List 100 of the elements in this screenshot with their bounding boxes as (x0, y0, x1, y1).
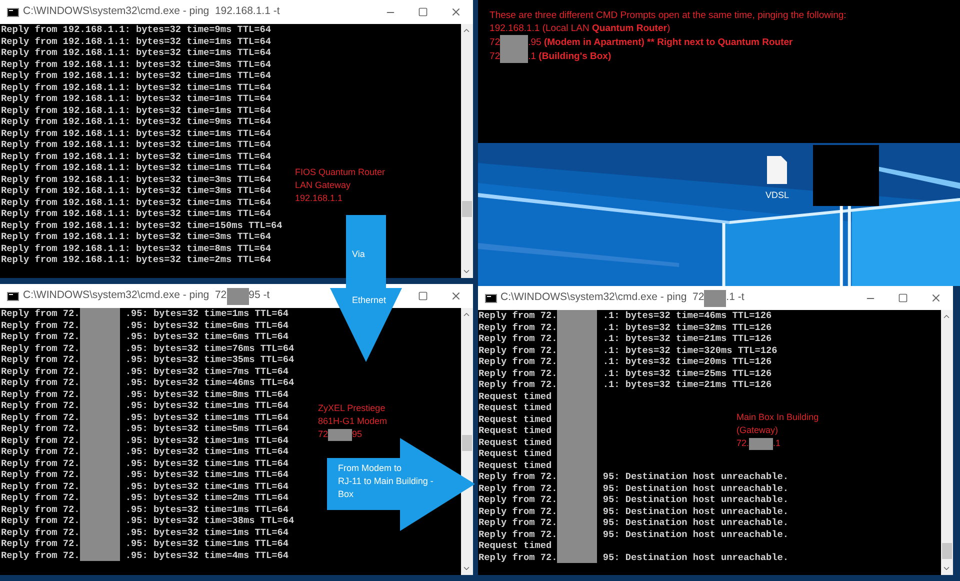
console-text: Reply from 72. (1, 515, 80, 526)
scrollbar[interactable] (460, 24, 473, 278)
annotation-text: FIOS Quantum Router (295, 166, 386, 179)
console-text: 95: Destination host unreachable. (602, 517, 789, 528)
console-text: .95: bytes=32 time<1ms TTL=64 (125, 480, 289, 492)
redaction-block (749, 438, 774, 450)
console-text: Reply from 72. (478, 528, 558, 540)
console-text: Reply from 72. (1, 320, 80, 331)
window-title: C:\WINDOWS\system32\cmd.exe - ping 72 (500, 290, 704, 306)
console-text: Request timed (478, 460, 553, 471)
note-text: .1 (528, 50, 538, 62)
console-text: Reply from 72. (1, 458, 80, 469)
annotation-text: 95 (352, 428, 362, 441)
console-text: Reply from 72. (1, 434, 80, 446)
note-text: These are three different CMD Prompts open at the same time, pinging the following: (490, 9, 846, 22)
console-text: Request timed (478, 436, 553, 448)
console-text: .1: bytes=32 time=320ms TTL=126 (602, 344, 778, 356)
maximize-icon[interactable] (898, 293, 908, 303)
console-text: 95: Destination host unreachable. (602, 482, 789, 494)
annotation-text: ZyXEL Prestiege (318, 402, 386, 415)
scroll-up-icon[interactable] (462, 310, 472, 319)
console-line: Reply from 192.168.1.1: bytes=32 time=1ms TTL=64 (1, 93, 272, 104)
scroll-up-icon[interactable] (942, 312, 952, 321)
console-line: Reply from 192.168.1.1: bytes=32 time=9ms TTL=64 (1, 24, 272, 36)
console-line: Reply from 192.168.1.1: bytes=32 time=1ms TTL=64 (1, 139, 272, 150)
console-text: .95: bytes=32 time=1ms TTL=64 (125, 458, 289, 469)
console-text: Reply from 72. (478, 506, 558, 517)
console-text: Reply from 72. (1, 446, 80, 458)
note-text: 192.168.1.1 (Local LAN (490, 22, 590, 35)
note-text: 72 (490, 50, 500, 62)
redaction-block (557, 552, 598, 563)
console-line: Reply from 192.168.1.1: bytes=32 time=1ms TTL=64 (1, 196, 272, 208)
console-text: Reply from 72. (1, 423, 80, 434)
console-text: Reply from 72. (478, 368, 558, 379)
console-text: Reply from 72. (1, 354, 80, 366)
scroll-thumb[interactable] (462, 435, 472, 451)
console-text: .1: bytes=32 time=46ms TTL=126 (602, 310, 772, 322)
console-text: .95: bytes=32 time=46ms TTL=64 (125, 377, 294, 388)
arrow-label: Ethernet (352, 294, 386, 306)
console-line: Reply from 192.168.1.1: bytes=32 time=9ms TTL=64 (1, 116, 272, 128)
console-text: Reply from 72. (1, 492, 80, 504)
scroll-thumb[interactable] (462, 201, 472, 217)
console-text: .95: bytes=32 time=5ms TTL=64 (125, 423, 289, 434)
scroll-down-icon[interactable] (462, 564, 472, 573)
console-text: Request timed (478, 402, 553, 414)
redaction-block (80, 308, 120, 320)
console-text: Reply from 72. (1, 480, 80, 492)
maximize-icon[interactable] (418, 7, 428, 17)
console-line: Reply from 192.168.1.1: bytes=32 time=3ms TTL=64 (1, 185, 272, 196)
console-text: .95: bytes=32 time=7ms TTL=64 (125, 366, 289, 377)
console-text: Reply from 72. (478, 322, 558, 333)
console-text: 95: Destination host unreachable. (602, 552, 789, 563)
console-text: .95: bytes=32 time=4ms TTL=64 (125, 550, 289, 561)
note-text: 72 (490, 36, 500, 48)
console-text: .95: bytes=32 time=76ms TTL=64 (125, 342, 294, 354)
console-text: Reply from 72. (1, 504, 80, 515)
redaction-block (500, 35, 528, 49)
scroll-up-icon[interactable] (462, 26, 472, 35)
console-text: Reply from 72. (478, 356, 558, 368)
window-title: C:\WINDOWS\system32\cmd.exe - ping 72 (23, 288, 227, 304)
console-line: Reply from 192.168.1.1: bytes=32 time=150ms TTL=64 (1, 220, 282, 231)
console-text: .95: bytes=32 time=1ms TTL=64 (125, 526, 289, 538)
console-text: .95: bytes=32 time=1ms TTL=64 (125, 400, 289, 412)
redaction-block (557, 310, 598, 322)
redaction-block (328, 428, 352, 440)
redaction-block (812, 145, 879, 206)
scroll-down-icon[interactable] (462, 267, 472, 276)
console-text: Reply from 72. (1, 538, 80, 550)
console-text: .95: bytes=32 time=35ms TTL=64 (125, 354, 294, 366)
console-text: Reply from 72. (478, 482, 558, 494)
close-icon[interactable] (450, 290, 462, 302)
note-text: ) (666, 22, 670, 35)
console-line: Reply from 192.168.1.1: bytes=32 time=1ms TTL=64 (1, 104, 272, 116)
console-text: Reply from 72. (1, 331, 80, 342)
maximize-icon[interactable] (418, 291, 428, 301)
close-icon[interactable] (930, 292, 942, 304)
icon-label[interactable]: VDSL (766, 189, 790, 202)
console-text: .95: bytes=32 time=1ms TTL=64 (125, 538, 289, 550)
scroll-down-icon[interactable] (942, 564, 952, 573)
annotation-text: 72 (318, 428, 328, 441)
console-text: Reply from 72. (478, 333, 558, 344)
console-line: Reply from 192.168.1.1: bytes=32 time=1ms TTL=64 (1, 47, 272, 58)
console-text: Reply from 72. (1, 412, 80, 423)
console-text: Reply from 72. (1, 526, 80, 538)
console-text: .95: bytes=32 time=1ms TTL=64 (125, 446, 289, 458)
scrollbar[interactable] (940, 310, 953, 575)
scrollbar[interactable] (460, 308, 473, 575)
console-line: Reply from 192.168.1.1: bytes=32 time=1ms TTL=64 (1, 150, 272, 162)
console-text: .95: bytes=32 time=1ms TTL=64 (125, 412, 289, 423)
console-text: Reply from 72. (1, 400, 80, 412)
console-text: .95: bytes=32 time=1ms TTL=64 (125, 504, 289, 515)
console-line: Reply from 192.168.1.1: bytes=32 time=3ms TTL=64 (1, 58, 272, 70)
file-icon[interactable] (766, 155, 788, 185)
close-icon[interactable] (450, 6, 462, 18)
annotation-text: 861H-G1 Modem (318, 415, 388, 428)
console-text: Reply from 72. (478, 471, 558, 482)
console-text: Reply from 72. (1, 550, 80, 561)
scroll-thumb[interactable] (942, 543, 952, 559)
console-text: Reply from 72. (1, 388, 80, 400)
window-title: 95 -t (248, 288, 270, 304)
